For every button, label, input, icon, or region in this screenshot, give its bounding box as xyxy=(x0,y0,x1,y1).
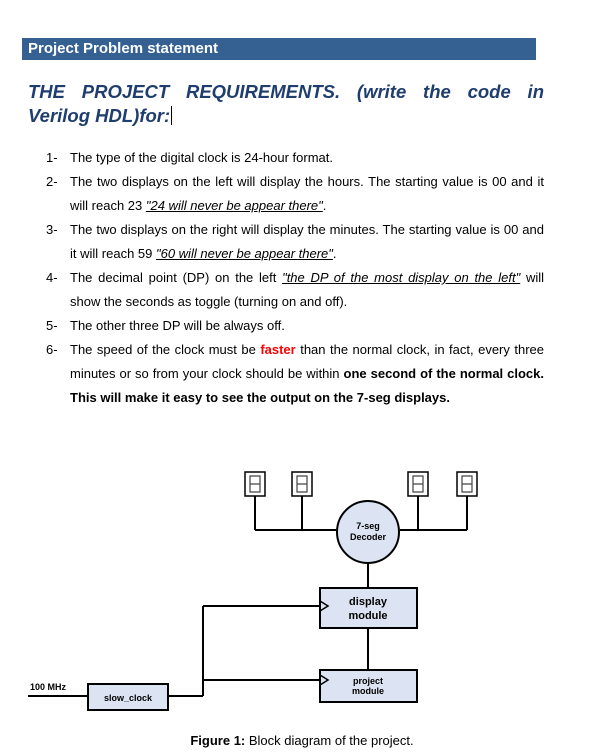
seven-segment-display xyxy=(291,471,313,497)
requirement-item: 5- The other three DP will be always off. xyxy=(46,314,544,338)
section-banner: Project Problem statement xyxy=(22,38,536,60)
requirement-text-part: faster xyxy=(260,342,296,357)
decoder-label-1: 7-seg xyxy=(356,521,380,531)
display-module-block xyxy=(319,587,418,629)
text-cursor xyxy=(171,106,173,125)
requirement-text: The type of the digital clock is 24-hour… xyxy=(70,146,544,170)
requirement-item: 4- The decimal point (DP) on the left "th… xyxy=(46,266,544,314)
requirement-text-part: The other three DP will be always off. xyxy=(70,318,285,333)
requirement-number: 6- xyxy=(46,342,58,357)
decoder-label-2: Decoder xyxy=(350,532,387,542)
requirement-text-part: The decimal point (DP) on the left xyxy=(70,270,283,285)
project-module-label-1: project xyxy=(353,676,383,686)
display-module-label-2: module xyxy=(348,610,387,622)
requirement-text-part: The speed of the clock must be xyxy=(70,342,261,357)
seven-segment-display xyxy=(407,471,429,497)
requirement-number: 5- xyxy=(46,318,58,333)
requirement-text: The two displays on the left will displa… xyxy=(70,170,544,218)
requirement-item: 1- The type of the digital clock is 24-ho… xyxy=(46,146,544,170)
requirement-text-part: . xyxy=(322,198,327,213)
requirements-list: 1- The type of the digital clock is 24-ho… xyxy=(46,146,544,410)
requirement-number: 2- xyxy=(46,174,58,189)
requirements-title: THE PROJECT REQUIREMENTS. (write the cod… xyxy=(28,80,544,128)
requirement-number: 4- xyxy=(46,270,58,285)
block-diagram: 7-seg Decoder display module project mod… xyxy=(0,470,604,730)
slow-clock-label: slow_clock xyxy=(104,693,153,703)
seven-segment-display xyxy=(244,471,266,497)
display-module-label-1: display xyxy=(349,596,388,608)
requirement-text: The decimal point (DP) on the left "the … xyxy=(70,266,544,314)
requirement-text-part: The type of the digital clock is 24-hour… xyxy=(70,150,334,165)
requirement-item: 2- The two displays on the left will disp… xyxy=(46,170,544,218)
requirement-text: The two displays on the right will displ… xyxy=(70,218,544,266)
requirement-text-part: "24 will never be appear there" xyxy=(145,198,323,213)
requirements-title-line1: THE PROJECT REQUIREMENTS. (write the cod… xyxy=(28,81,544,102)
requirement-number: 3- xyxy=(46,222,58,237)
requirement-text-part: "60 will never be appear there" xyxy=(155,246,333,261)
caption-label: Figure 1: xyxy=(190,733,246,748)
requirement-number: 1- xyxy=(46,150,58,165)
requirement-text-part: . xyxy=(332,246,337,261)
input-clock-label: 100 MHz xyxy=(30,682,67,692)
requirement-text: The speed of the clock must be faster th… xyxy=(70,338,544,410)
project-module-label-2: module xyxy=(352,686,384,696)
requirement-item: 3- The two displays on the right will dis… xyxy=(46,218,544,266)
requirement-text-part: "the DP of the most display on the left" xyxy=(282,270,521,285)
requirements-title-line2: Verilog HDL)for: xyxy=(28,105,171,126)
caption-text: Block diagram of the project. xyxy=(245,733,414,748)
seven-segment-display xyxy=(456,471,478,497)
requirement-text: The other three DP will be always off. xyxy=(70,314,544,338)
requirement-item: 6- The speed of the clock must be faster … xyxy=(46,338,544,410)
figure-caption: Figure 1: Block diagram of the project. xyxy=(0,733,604,748)
